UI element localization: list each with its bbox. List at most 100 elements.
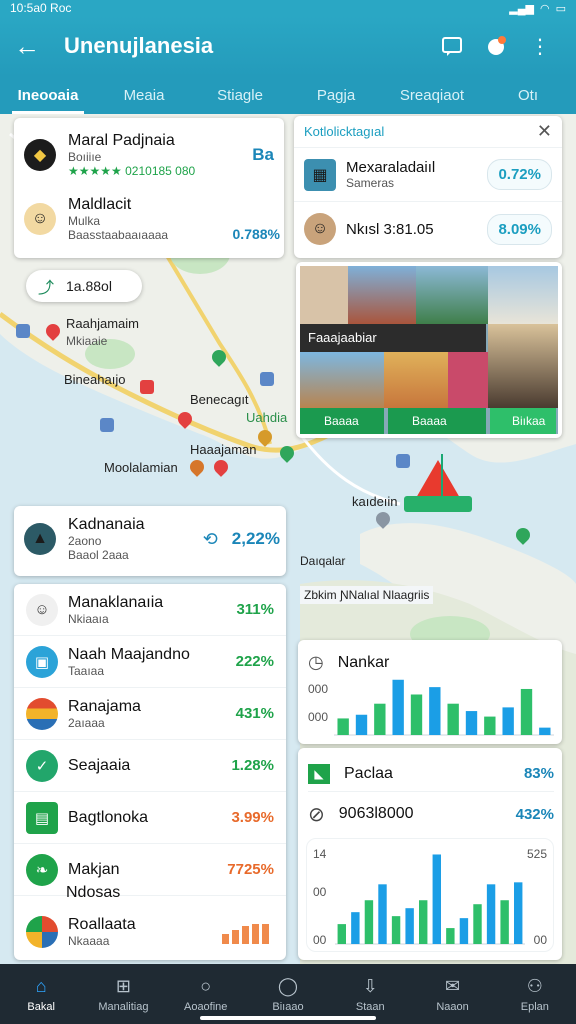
status-time: 10:5a0 Roc — [10, 1, 72, 15]
chart2-row2-value: 432% — [515, 805, 554, 823]
tab-0[interactable]: Ineooaia — [0, 76, 96, 114]
nav-label: Bakal — [27, 1000, 55, 1013]
person-icon: ⚇ — [526, 975, 543, 996]
chart-bar — [473, 904, 482, 944]
gallery-tag-2[interactable]: Baaaa — [388, 408, 486, 434]
list-item-title: Seajaaia — [68, 756, 131, 774]
leaf2-icon: ❧ — [26, 853, 58, 886]
photo-thumb[interactable] — [300, 352, 384, 408]
status-bar: 10:5a0 Roc ▂▄▆ ◠ ▭ — [0, 0, 576, 16]
close-icon[interactable]: ✕ — [537, 121, 552, 142]
list-item[interactable]: Ranajama 2aıaaa 431% — [14, 688, 286, 740]
info-row-1-title: Mexaraladaiıl — [346, 159, 436, 176]
info-row-1-sub: Sameras — [346, 176, 395, 190]
gallery-tag-3[interactable]: Biıkaa — [490, 408, 556, 434]
chart-bar — [351, 912, 360, 944]
chart2-row2-title: 9063l8000 — [338, 805, 414, 822]
photo-thumb[interactable] — [416, 266, 488, 324]
nav-alerts[interactable]: ◯ Biıaao — [247, 964, 329, 1024]
photo-gallery[interactable]: Faaajaabiar Baaaa Baaaa Biıkaa — [296, 262, 562, 438]
chart-bar — [410, 694, 423, 735]
chart-bar — [337, 924, 346, 944]
chart-bar — [378, 884, 387, 944]
tab-3[interactable]: Pagja — [288, 76, 384, 114]
bar-chart-1 — [334, 679, 554, 736]
chart1-ytick: 000 — [308, 710, 329, 724]
list-item-value: 3.99% — [231, 809, 274, 826]
map-label-f: Haaajaman — [190, 442, 257, 457]
nav-label: Manalitiag — [98, 1000, 149, 1013]
home-indicator[interactable] — [200, 1016, 376, 1020]
mid-card-sub2: Baaol 2aaa — [68, 548, 129, 562]
gallery-tag-3-label: Biıkaa — [512, 414, 546, 428]
list-item-title: Ranajama — [68, 697, 141, 715]
back-arrow-icon[interactable]: ← — [14, 31, 48, 62]
nav-label: Naaon — [436, 1000, 469, 1013]
chart2-ytick-right: 00 — [533, 933, 547, 947]
nav-label: Staan — [355, 1000, 385, 1013]
chart-bar — [447, 703, 459, 735]
place-card-top[interactable]: ◆ Maral Padjnaia Boıiiıe ★★★★★ 0210185 0… — [14, 118, 284, 258]
status-icons: ▂▄▆ ◠ ▭ — [509, 2, 566, 15]
download-icon: ⇩ — [362, 975, 378, 996]
tab-2[interactable]: Stiagle — [192, 76, 288, 114]
photo-thumb[interactable] — [448, 352, 488, 408]
list-item[interactable]: ▣ Naah Maajandno Taaıaa 222% — [14, 636, 286, 688]
list-item-sub: 2aıaaa — [68, 715, 105, 730]
gallery-tag-1[interactable]: Baaaa — [300, 408, 384, 434]
notification-icon[interactable] — [474, 26, 518, 66]
photo-thumb[interactable] — [384, 352, 448, 408]
chart-bar — [539, 727, 551, 735]
poi-icon[interactable] — [140, 380, 154, 394]
share-icon[interactable]: ⟲ — [203, 529, 218, 550]
info-row-1[interactable]: ▦ Mexaraladaiıl Sameras 0.72% — [294, 148, 562, 202]
nav-download[interactable]: ⇩ Staan — [329, 964, 411, 1024]
mini-bar-chart-icon — [222, 924, 269, 944]
tab-1[interactable]: Meaia — [96, 76, 192, 114]
photo-thumb[interactable] — [300, 266, 348, 324]
nav-profile[interactable]: ⚇ Eplan — [494, 964, 576, 1024]
list-item[interactable]: ▤ Bagtlonoka 3.99% — [14, 792, 286, 844]
home-icon: ⌂ — [35, 975, 47, 996]
info-row-1-value: 0.72% — [487, 159, 552, 190]
chart-bar — [337, 718, 349, 735]
portrait-photo[interactable] — [488, 324, 558, 408]
poi-icon[interactable] — [100, 418, 114, 432]
list-item[interactable]: ❧ Makjan 7725% — [14, 844, 286, 896]
poi-icon[interactable] — [16, 324, 30, 338]
map-label-h: kaıdeıin — [352, 494, 398, 509]
nav-home[interactable]: ⌂ Bakal — [0, 964, 82, 1024]
list-section-title: Ndosas — [66, 884, 121, 901]
list-item[interactable]: ☺ Manaklanaıia Nkiaaıa 311% — [14, 584, 286, 636]
list-item-sub: Taaıaa — [68, 663, 105, 678]
more-vert-icon[interactable]: ⋮ — [518, 26, 562, 66]
nav-grid[interactable]: ⊞ Manalitiag — [82, 964, 164, 1024]
chart-bar — [459, 918, 469, 944]
place-card-mid[interactable]: ▲ Kadnanaia 2aono Baaol 2aaa ⟲ 2,22% — [14, 506, 286, 576]
signal-icon: ▂▄▆ — [509, 2, 534, 15]
photo-thumb[interactable] — [488, 266, 558, 324]
list-item-value: 7725% — [227, 861, 274, 878]
tab-5[interactable]: Otı — [480, 76, 576, 114]
bottom-navigation: ⌂ Bakal ⊞ Manalitiag ○ Aoaofine ◯ Biıaao ⇩ St… — [0, 964, 576, 1024]
place-sub-1: Boıiiıe — [68, 150, 102, 164]
list-item-title: Bagtlonoka — [68, 808, 149, 826]
info-row-2[interactable]: ☺ Nkısl 3:81.05 8.09% — [294, 202, 562, 256]
photo-thumb[interactable] — [348, 266, 416, 324]
selected-marker-icon[interactable] — [398, 454, 478, 524]
list-item[interactable]: ✓ Seajaaia 1.28% — [14, 740, 286, 792]
distance-pill[interactable]: ⤴ 1a.88ol — [26, 270, 142, 302]
distance-label: 1a.88ol — [66, 278, 112, 294]
map-label-a: Raahjamaim — [66, 316, 139, 331]
bar-chart-2 — [335, 854, 525, 945]
bell-icon: ◯ — [277, 975, 299, 996]
nav-search[interactable]: ○ Aoaofine — [165, 964, 247, 1024]
list-item[interactable]: Roallaata Nkaaaa — [14, 906, 286, 958]
gallery-tag-1-label: Baaaa — [324, 414, 359, 428]
nav-mail[interactable]: ✉ Naaon — [411, 964, 493, 1024]
chat-icon[interactable] — [430, 26, 474, 66]
chart-bar — [392, 679, 404, 735]
tab-4[interactable]: Sreaqiaot — [384, 76, 480, 114]
poi-icon[interactable] — [260, 372, 274, 386]
flag-icon — [26, 697, 58, 730]
